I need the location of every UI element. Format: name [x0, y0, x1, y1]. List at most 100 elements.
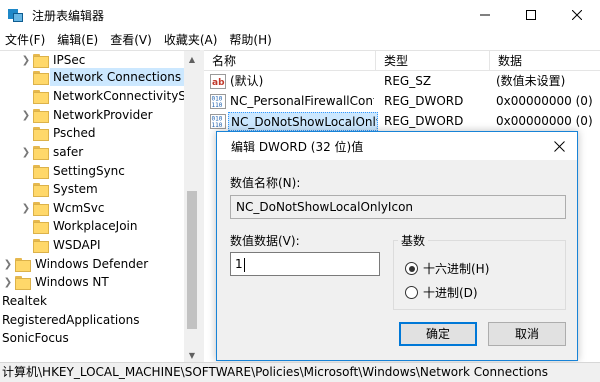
title-bar: 注册表编辑器	[0, 0, 600, 30]
folder-icon	[32, 238, 49, 253]
tree-item-windows-nt[interactable]: ❯ Windows NT	[2, 273, 112, 291]
tree-item-registeredapplications[interactable]: RegisteredApplications	[0, 311, 142, 329]
chevron-right-icon[interactable]: ❯	[2, 276, 14, 288]
list-row-selected[interactable]: 010 110 NC_DoNotShowLocalOnly... REG_DWO…	[204, 112, 600, 131]
tree-item-wsdapi[interactable]: WSDAPI	[20, 236, 104, 254]
chevron-right-icon[interactable]: ❯	[2, 258, 14, 270]
menu-favorites[interactable]: 收藏夹(A)	[158, 30, 224, 50]
value-name-field: NC_DoNotShowLocalOnlyIcon	[230, 195, 566, 219]
svg-text:110: 110	[212, 102, 223, 109]
minimize-button[interactable]	[462, 0, 508, 30]
menu-edit[interactable]: 编辑(E)	[51, 30, 104, 50]
tree-item-wcmsvc[interactable]: ❯ WcmSvc	[20, 199, 107, 217]
tree-item-label: IPSec	[53, 53, 86, 67]
chevron-right-icon[interactable]: ❯	[20, 109, 32, 121]
menu-help[interactable]: 帮助(H)	[223, 30, 277, 50]
close-button[interactable]	[554, 0, 600, 30]
scrollbar-thumb[interactable]	[187, 191, 197, 329]
tree-item-label: SettingSync	[53, 164, 125, 178]
tree-item-networkprovider[interactable]: ❯ NetworkProvider	[20, 106, 156, 124]
tree-scrollbar[interactable]: ▲ ▼	[184, 51, 200, 362]
folder-icon	[32, 53, 49, 68]
tree-item-realtek[interactable]: Realtek	[0, 292, 50, 310]
maximize-icon	[526, 10, 536, 20]
tree-item-networkconnectivitystat[interactable]: NetworkConnectivityStat	[20, 87, 200, 105]
chevron-right-icon[interactable]: ❯	[20, 146, 32, 158]
radio-unchecked-icon[interactable]	[405, 286, 418, 299]
menu-file[interactable]: 文件(F)	[0, 30, 51, 50]
tree-item-sonicfocus[interactable]: SonicFocus	[0, 329, 72, 347]
regedit-icon	[8, 7, 24, 23]
string-value-icon: ab	[210, 74, 226, 89]
tree-item-label: RegisteredApplications	[2, 313, 140, 327]
tree-item-label: WorkplaceJoin	[53, 219, 138, 233]
list-row[interactable]: 010 110 NC_PersonalFirewallConfig REG_DW…	[204, 92, 600, 111]
base-group-label: 基数	[398, 232, 429, 249]
binary-value-icon: 010 110	[210, 94, 226, 109]
cancel-button[interactable]: 取消	[488, 322, 566, 346]
tree-item-label: Windows Defender	[35, 257, 149, 271]
tree-item-psched[interactable]: Psched	[20, 124, 98, 142]
value-type: REG_DWORD	[384, 94, 464, 108]
tree-item-system[interactable]: System	[20, 180, 101, 198]
tree-item-label: Realtek	[2, 294, 47, 308]
value-data-label: 数值数据(V):	[230, 234, 300, 248]
list-header: 名称 类型 数据	[204, 51, 600, 71]
tree-item-label: Psched	[53, 126, 96, 140]
folder-icon	[32, 126, 49, 141]
tree-item-label: SonicFocus	[2, 331, 69, 345]
folder-icon	[32, 145, 49, 160]
status-bar-path: 计算机\HKEY_LOCAL_MACHINE\SOFTWARE\Policies…	[0, 362, 600, 382]
ok-button[interactable]: 确定	[399, 322, 477, 346]
tree-item-label: Windows NT	[35, 275, 109, 289]
svg-text:ab: ab	[212, 78, 225, 88]
edit-dword-dialog: 编辑 DWORD (32 位)值 数值名称(N): NC_DoNotShowLo…	[216, 131, 578, 361]
value-data-text: 1	[235, 257, 243, 271]
folder-icon	[32, 201, 49, 216]
folder-icon	[32, 182, 49, 197]
hex-radio-option[interactable]: 十六进制(H)	[405, 260, 489, 277]
dec-radio-option[interactable]: 十进制(D)	[405, 284, 478, 301]
tree-item-label: System	[53, 182, 98, 196]
value-name: (默认)	[230, 74, 264, 88]
tree-item-workplacejoin[interactable]: WorkplaceJoin	[20, 217, 141, 235]
folder-icon	[32, 108, 49, 123]
chevron-right-icon[interactable]: ❯	[20, 54, 32, 66]
binary-value-icon: 010 110	[210, 114, 226, 129]
scroll-down-icon[interactable]: ▼	[184, 347, 200, 362]
maximize-button[interactable]	[508, 0, 554, 30]
radio-checked-icon[interactable]	[405, 262, 418, 275]
dialog-title-bar: 编辑 DWORD (32 位)值	[217, 132, 577, 160]
close-icon	[572, 10, 582, 20]
menu-view[interactable]: 查看(V)	[104, 30, 158, 50]
column-header-type[interactable]: 类型	[376, 51, 490, 71]
column-header-data[interactable]: 数据	[490, 51, 600, 71]
tree-item-network-connections[interactable]: Network Connections	[20, 68, 185, 86]
dialog-body: 数值名称(N): NC_DoNotShowLocalOnlyIcon 数值数据(…	[217, 160, 577, 360]
tree-item-settingsync[interactable]: SettingSync	[20, 162, 128, 180]
tree-item-label: NetworkConnectivityStat	[53, 89, 200, 103]
tree-item-windows-defender[interactable]: ❯ Windows Defender	[2, 255, 151, 273]
tree-item-ipsec[interactable]: ❯ IPSec	[20, 51, 88, 69]
value-data-input[interactable]: 1	[230, 252, 380, 276]
tree-item-safer[interactable]: ❯ safer	[20, 143, 86, 161]
column-header-name[interactable]: 名称	[204, 51, 376, 71]
folder-icon	[14, 257, 31, 272]
folder-icon	[32, 164, 49, 179]
dialog-close-button[interactable]	[547, 135, 571, 157]
scroll-up-icon[interactable]: ▲	[184, 51, 200, 67]
value-name: NC_DoNotShowLocalOnly...	[228, 112, 378, 131]
close-icon	[553, 140, 565, 152]
folder-icon	[32, 219, 49, 234]
list-row[interactable]: ab (默认) REG_SZ (数值未设置)	[204, 72, 600, 91]
value-type: REG_SZ	[384, 74, 432, 88]
folder-icon	[32, 89, 49, 104]
folder-icon	[14, 275, 31, 290]
dialog-title: 编辑 DWORD (32 位)值	[231, 140, 364, 154]
chevron-right-icon[interactable]: ❯	[20, 202, 32, 214]
dec-radio-label: 十进制(D)	[423, 286, 478, 300]
hex-radio-label: 十六进制(H)	[423, 262, 490, 276]
text-cursor	[243, 257, 245, 272]
tree-item-label: WSDAPI	[53, 238, 101, 252]
svg-text:110: 110	[212, 122, 223, 129]
